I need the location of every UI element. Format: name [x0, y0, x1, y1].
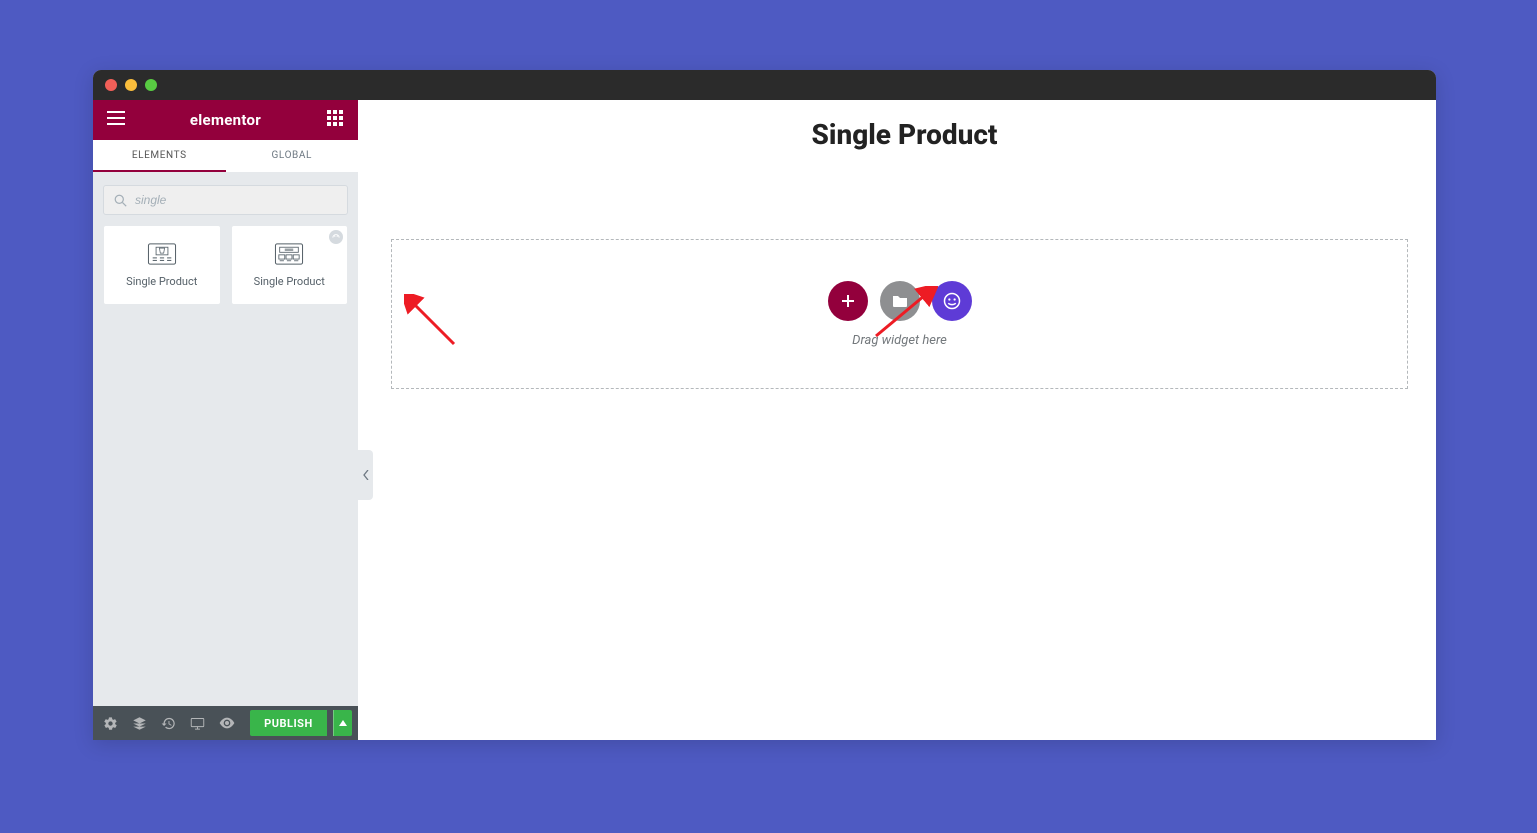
widget-single-product-2[interactable]: Single Product: [231, 225, 349, 305]
single-product-icon: [147, 243, 177, 265]
hamburger-menu-icon[interactable]: [107, 110, 125, 130]
widgets-grid-icon[interactable]: [326, 110, 344, 130]
folder-icon: [892, 294, 908, 308]
search-icon: [114, 194, 127, 207]
tab-elements[interactable]: ELEMENTS: [93, 140, 226, 172]
page-title: Single Product: [373, 100, 1436, 179]
search-box[interactable]: [103, 185, 348, 215]
widget-label: Single Product: [126, 275, 197, 288]
sidebar-bottom-toolbar: PUBLISH: [93, 706, 358, 740]
settings-icon[interactable]: [99, 711, 122, 735]
minimize-window-icon[interactable]: [125, 79, 137, 91]
preview-icon[interactable]: [215, 711, 238, 735]
app-window: elementor ELEMENTS GLOBAL: [93, 70, 1436, 740]
navigator-icon[interactable]: [128, 711, 151, 735]
sidebar-panel: elementor ELEMENTS GLOBAL: [93, 100, 358, 740]
widget-single-product-1[interactable]: Single Product: [103, 225, 221, 305]
close-window-icon[interactable]: [105, 79, 117, 91]
caret-up-icon: [339, 720, 347, 726]
add-envato-button[interactable]: [932, 281, 972, 321]
envato-icon: [943, 292, 961, 310]
publish-button[interactable]: PUBLISH: [250, 710, 327, 736]
section-dropzone[interactable]: Drag widget here: [391, 239, 1408, 389]
dropzone-hint: Drag widget here: [852, 333, 947, 348]
sidebar-header: elementor: [93, 100, 358, 140]
plus-icon: [840, 293, 856, 309]
window-titlebar: [93, 70, 1436, 100]
chevron-left-icon: [363, 470, 369, 480]
widget-list: Single Product Single Product: [93, 225, 358, 305]
tab-global[interactable]: GLOBAL: [226, 140, 359, 172]
sidebar-tabs: ELEMENTS GLOBAL: [93, 140, 358, 172]
add-section-button[interactable]: [828, 281, 868, 321]
history-icon[interactable]: [157, 711, 180, 735]
dropzone-buttons: [828, 281, 972, 321]
single-product-icon: [274, 243, 304, 265]
sidebar-collapse-handle[interactable]: [358, 450, 373, 500]
pro-badge-icon: [329, 230, 343, 244]
add-template-button[interactable]: [880, 281, 920, 321]
search-input[interactable]: [135, 193, 337, 207]
editor-canvas: Single Product Drag widget here: [373, 100, 1436, 740]
search-wrapper: [93, 172, 358, 225]
responsive-icon[interactable]: [186, 711, 209, 735]
maximize-window-icon[interactable]: [145, 79, 157, 91]
widget-label: Single Product: [254, 275, 325, 288]
publish-options-button[interactable]: [333, 710, 352, 736]
app-title: elementor: [190, 111, 261, 129]
